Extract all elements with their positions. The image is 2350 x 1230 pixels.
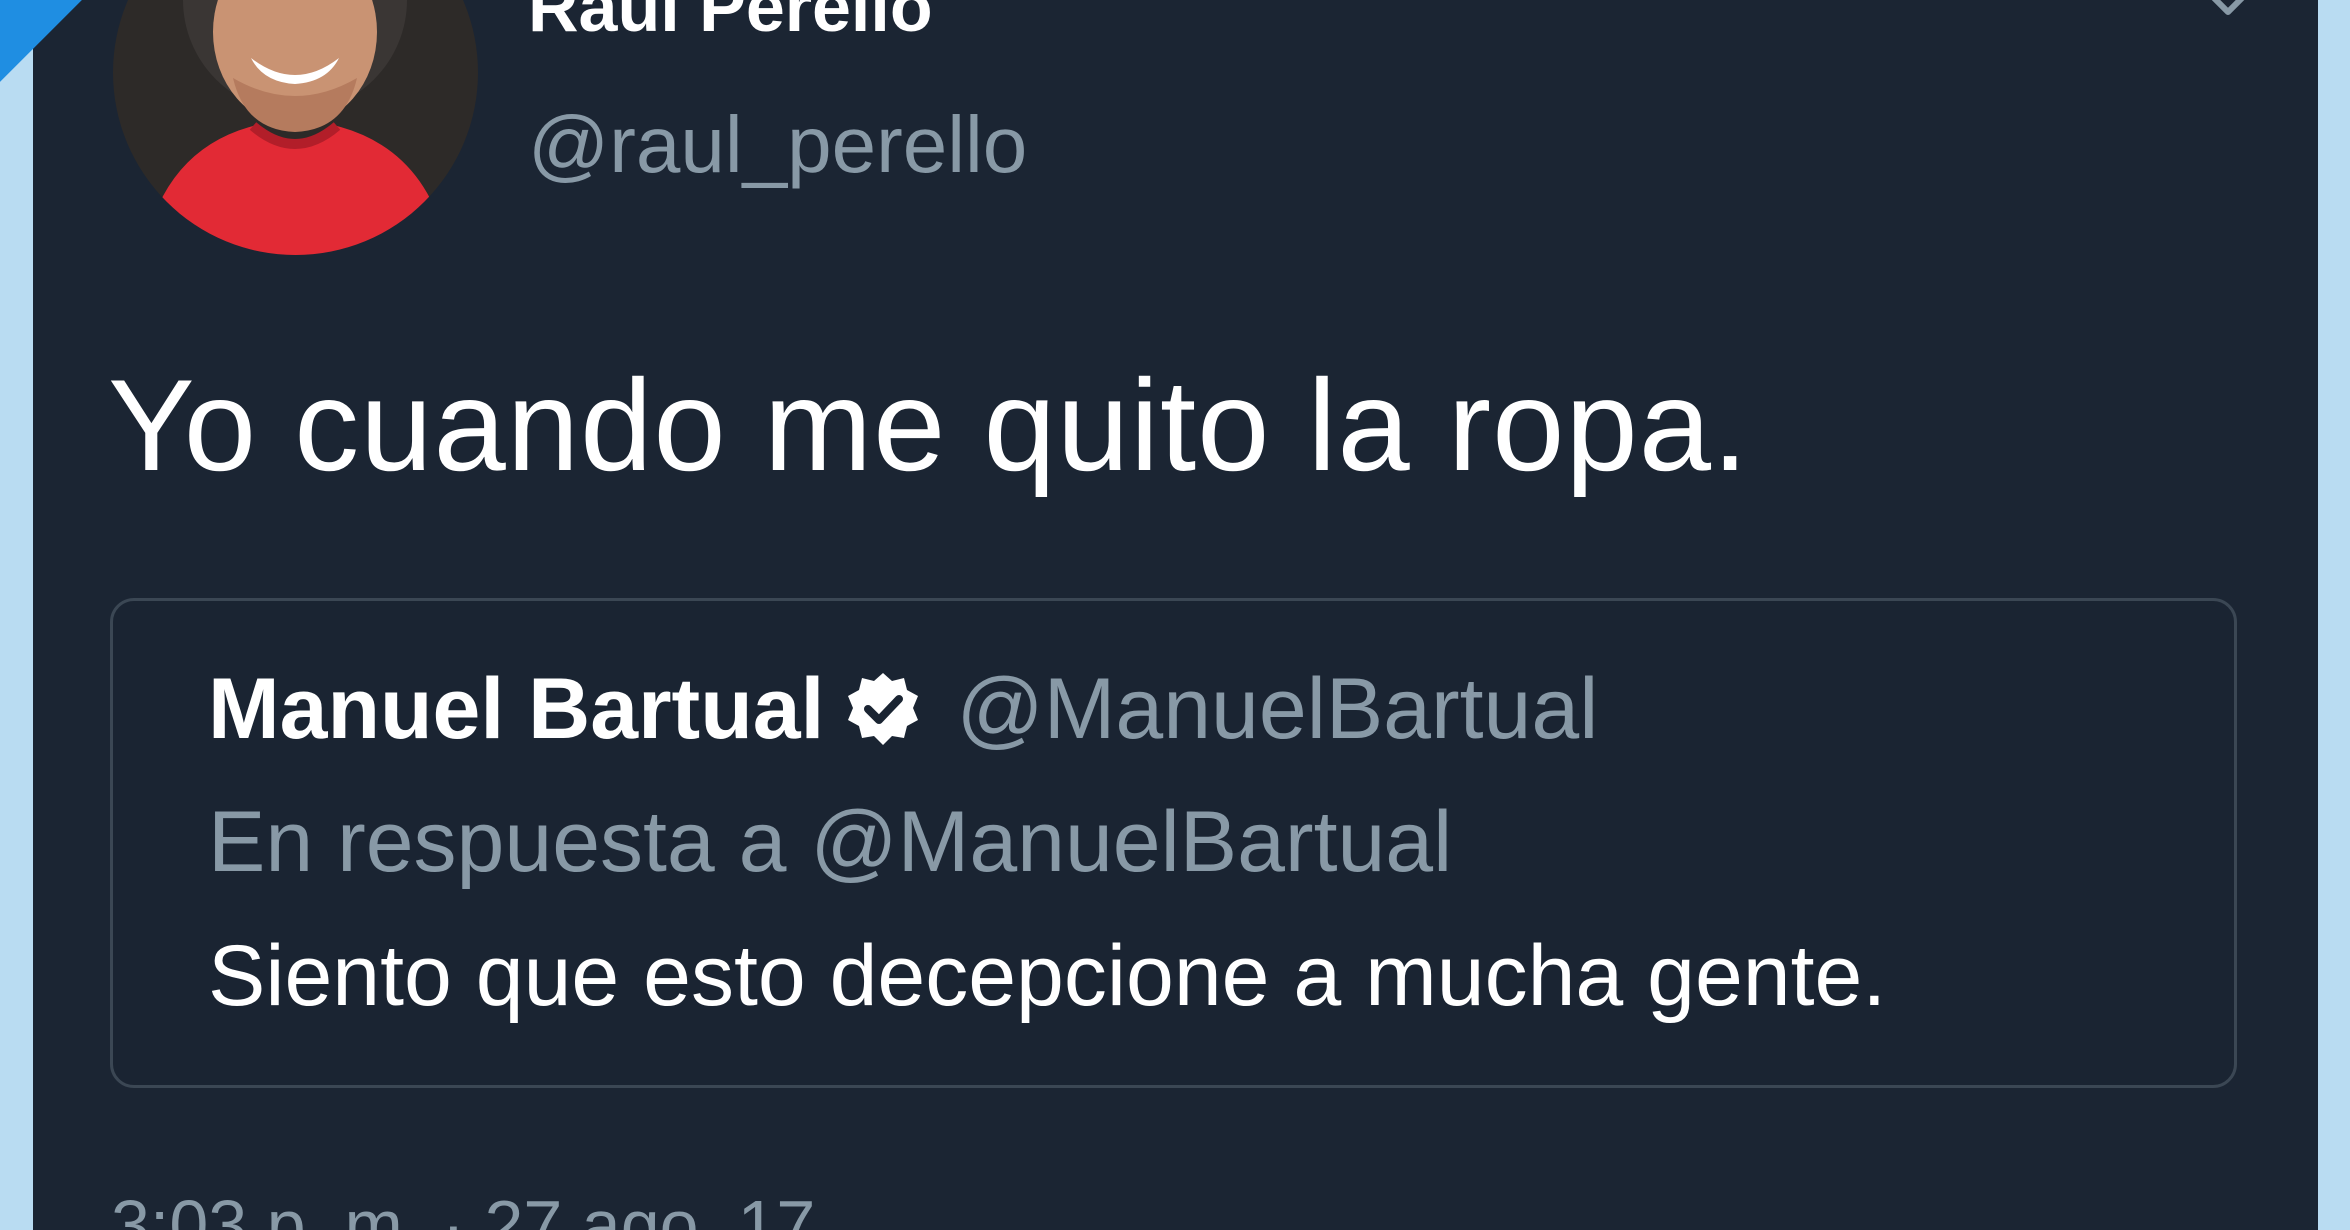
tweet-timestamp[interactable]: 3:03 p. m. · 27 ago. 17	[111, 1190, 815, 1230]
quoted-author-name[interactable]: Manuel Bartual	[208, 666, 824, 752]
tweet-options-button[interactable]	[2198, 0, 2258, 22]
tweet-card: Raul Perello @raul_perello Yo cuando me …	[33, 0, 2318, 1230]
reply-context: En respuesta a @ManuelBartual	[208, 794, 1453, 890]
author-avatar[interactable]	[113, 0, 478, 255]
quoted-tweet-text: Siento que esto decepcione a mucha gente…	[208, 928, 1887, 1024]
quoted-author-row: Manuel Bartual @ManuelBartual	[208, 666, 1598, 752]
author-name[interactable]: Raul Perello	[528, 0, 933, 42]
screenshot-page: Raul Perello @raul_perello Yo cuando me …	[0, 0, 2350, 1230]
chevron-down-icon	[2211, 0, 2245, 15]
verified-badge-icon	[844, 670, 922, 748]
tweet-text: Yo cuando me quito la ropa.	[108, 352, 1750, 498]
quoted-author-handle[interactable]: @ManuelBartual	[956, 666, 1598, 752]
author-handle[interactable]: @raul_perello	[528, 105, 1027, 185]
avatar-photo	[113, 0, 478, 255]
quoted-tweet[interactable]: Manuel Bartual @ManuelBartual En respues…	[110, 598, 2237, 1088]
